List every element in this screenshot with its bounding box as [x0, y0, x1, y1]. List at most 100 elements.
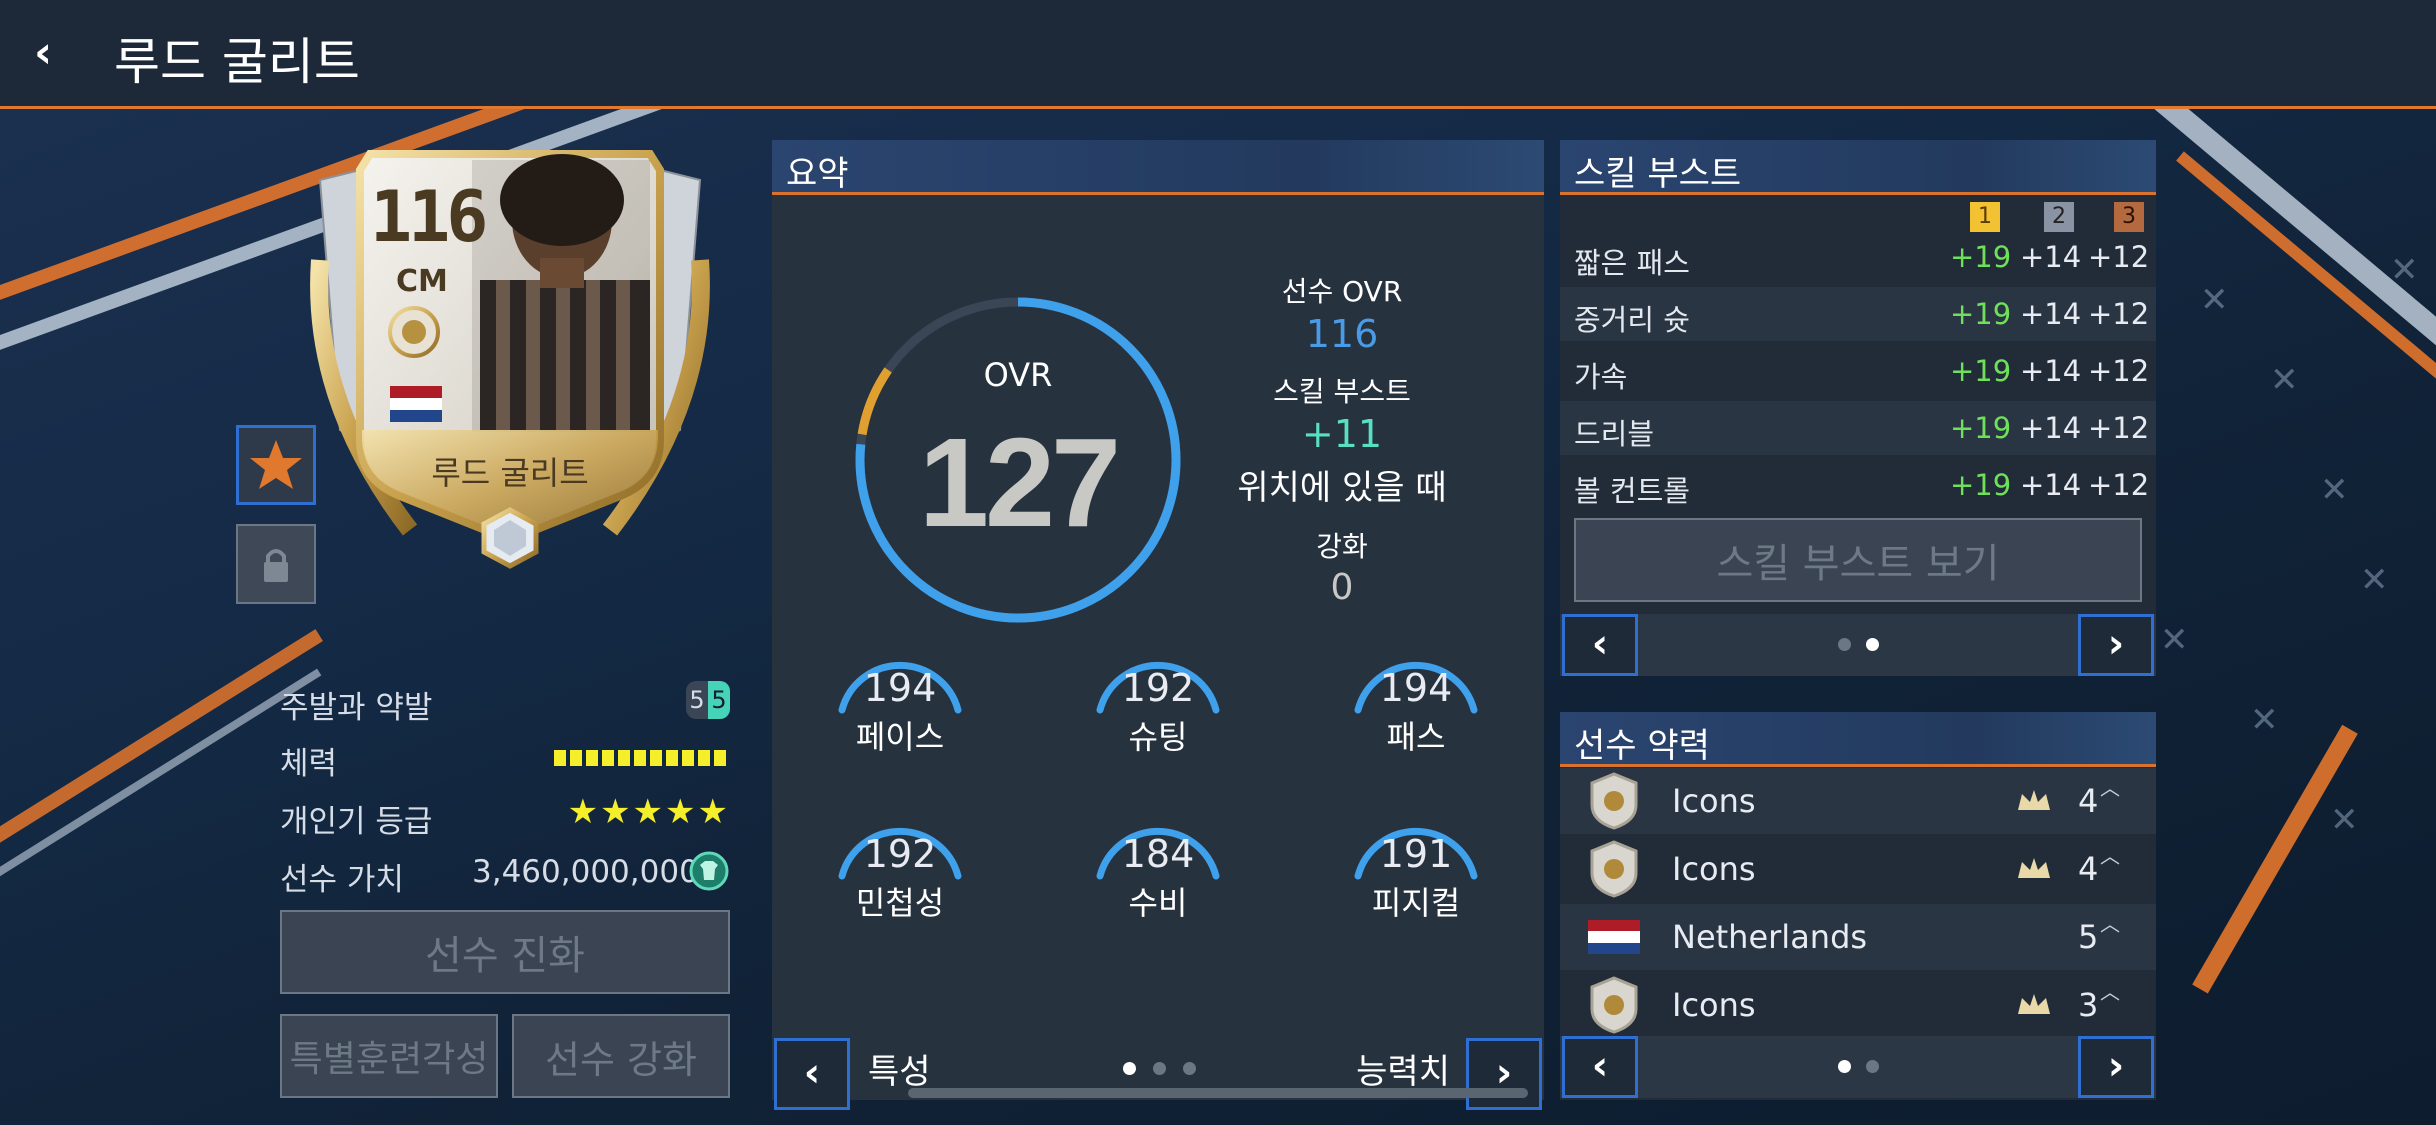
player-history-panel: 선수 약력 Icons 4 ︿ Icons 4 ︿ Netherlands 5 ︿ Icons 3 ︿… — [1560, 712, 2156, 1100]
skill-next-button[interactable]: › — [2078, 614, 2154, 676]
favorite-button[interactable] — [236, 425, 316, 505]
skill-boost-label: 스킬 부스트 — [1273, 375, 1411, 408]
player-history-header: 선수 약력 — [1560, 712, 2156, 767]
card-player-name: 루드 굴리트 — [431, 454, 589, 492]
skill-boost-level-1: +19 — [1950, 297, 2012, 331]
history-row[interactable]: Icons 4 ︿ — [1560, 836, 2156, 902]
summary-left-label[interactable]: 특성 — [868, 1044, 931, 1093]
view-skill-boost-button[interactable]: 스킬 부스트 보기 — [1574, 518, 2142, 602]
stat-gauge-3: 192 민첩성 — [820, 786, 980, 946]
skill-boost-row: 중거리 슛 +19 +14 +12 — [1560, 287, 2156, 341]
value-row: 선수 가치 3,460,000,000 — [280, 851, 730, 898]
star-icon — [250, 440, 302, 489]
page-dot — [1866, 1060, 1879, 1073]
history-nav-bar — [1560, 1036, 2156, 1098]
gauge-label: 페이스 — [855, 718, 945, 756]
foot-row: 주발과 약발 55 — [280, 680, 730, 726]
stat-gauge-2: 194 패스 — [1336, 620, 1496, 780]
page-dot — [1153, 1062, 1166, 1075]
crown-icon — [2018, 790, 2050, 810]
skill-nav-bar — [1560, 614, 2156, 676]
history-count: 4 — [2078, 850, 2099, 888]
skill-prev-button[interactable]: ‹ — [1562, 614, 1638, 676]
summary-prev-button[interactable]: ‹ — [774, 1038, 850, 1110]
history-count: 4 — [2078, 782, 2099, 820]
page-dot — [1838, 638, 1851, 651]
crown-icon — [2018, 858, 2050, 878]
chevron-up-icon: ︿ — [2100, 776, 2120, 800]
skill-boost-row: 짧은 패스 +19 +14 +12 — [1560, 230, 2156, 284]
stamina-label: 체력 — [280, 746, 338, 782]
history-row[interactable]: Netherlands 5 ︿ — [1560, 904, 2156, 970]
left-foot-value: 5 — [686, 681, 708, 719]
gauge-value: 192 — [863, 832, 937, 876]
history-prev-button[interactable]: ‹ — [1562, 1036, 1638, 1098]
summary-next-button[interactable]: › — [1466, 1038, 1542, 1110]
value-group: 3,460,000,000 — [472, 851, 730, 891]
coin-icon — [689, 851, 729, 891]
card-rating: 116 — [370, 176, 488, 258]
stamina-row: 체력 — [280, 738, 730, 782]
history-next-button[interactable]: › — [2078, 1036, 2154, 1098]
summary-scrollbar[interactable] — [908, 1088, 1528, 1098]
chevron-up-icon: ︿ — [2100, 980, 2120, 1004]
skill-boost-level-1: +19 — [1950, 411, 2012, 445]
player-card-art — [310, 150, 710, 569]
player-ovr-label: 선수 OVR — [1281, 275, 1403, 308]
player-card[interactable]: 116 CM 루드 굴리트 — [300, 140, 720, 580]
summary-right-label[interactable]: 능력치 — [1356, 1044, 1450, 1093]
lock-button[interactable] — [236, 524, 316, 604]
page-dot-active — [1866, 638, 1879, 651]
back-button[interactable]: ‹ — [34, 26, 84, 80]
special-training-button[interactable]: 특별훈련각성 — [280, 1014, 498, 1098]
foot-badge: 55 — [686, 680, 730, 719]
value-label: 선수 가치 — [280, 862, 404, 898]
skill-name: 중거리 슛 — [1574, 303, 1690, 337]
skill-boost-level-3: +12 — [2088, 297, 2150, 331]
icons-badge-icon — [1590, 840, 1638, 898]
skill-name: 볼 컨트롤 — [1574, 474, 1690, 508]
page-dot-active — [1838, 1060, 1851, 1073]
skill-boost-panel: 스킬 부스트 1 2 3 짧은 패스 +19 +14 +12 중거리 슛 +19 +14 +1… — [1560, 140, 2156, 676]
top-bar: ‹ 루드 굴리트 — [0, 0, 2436, 109]
stamina-bar — [554, 750, 730, 766]
evolve-button[interactable]: 선수 진화 — [280, 910, 730, 994]
crown-icon — [2018, 994, 2050, 1014]
history-row[interactable]: Icons 4 ︿ — [1560, 768, 2156, 834]
popularity-stars: ★★★★★ — [567, 792, 730, 832]
player-ovr-value: 116 — [1305, 312, 1379, 356]
enhance-button[interactable]: 선수 강화 — [512, 1014, 730, 1098]
skill-boost-level-2: +14 — [2020, 468, 2082, 502]
skill-boost-row: 볼 컨트롤 +19 +14 +12 — [1560, 458, 2156, 512]
lock-icon — [264, 549, 288, 582]
history-count: 5 — [2078, 918, 2099, 956]
skill-boost-level-2: +14 — [2020, 411, 2082, 445]
skill-name: 드리블 — [1574, 417, 1655, 451]
chevron-up-icon: ︿ — [2100, 844, 2120, 868]
player-history-title: 선수 약력 — [1574, 726, 1710, 766]
netherlands-flag-icon — [1588, 920, 1640, 954]
skill-boost-row: 가속 +19 +14 +12 — [1560, 344, 2156, 398]
right-foot-value: 5 — [708, 681, 730, 719]
chevron-up-icon: ︿ — [2100, 912, 2120, 936]
skill-boost-level-3: +12 — [2088, 240, 2150, 274]
skill-boost-level-3: +12 — [2088, 411, 2150, 445]
enhance-value: 0 — [1330, 567, 1354, 608]
gauge-label: 패스 — [1386, 718, 1446, 756]
icons-badge-icon — [1590, 976, 1638, 1034]
history-name: Icons — [1672, 782, 1756, 820]
gauge-label: 수비 — [1128, 884, 1188, 922]
page-title: 루드 굴리트 — [114, 33, 360, 91]
level-1-badge: 1 — [1970, 202, 2000, 232]
gauge-label: 민첩성 — [855, 884, 945, 922]
gauge-value: 194 — [1379, 666, 1453, 710]
gauge-value: 192 — [1121, 666, 1195, 710]
card-position: CM — [396, 264, 448, 299]
history-row[interactable]: Icons 3 ︿ — [1560, 972, 2156, 1038]
popularity-label: 개인기 등급 — [280, 804, 433, 840]
gauge-label: 피지컬 — [1371, 884, 1461, 922]
gauge-value: 184 — [1121, 832, 1195, 876]
level-2-badge: 2 — [2044, 202, 2074, 232]
skill-boost-level-1: +19 — [1950, 240, 2012, 274]
skill-name: 가속 — [1574, 360, 1628, 394]
